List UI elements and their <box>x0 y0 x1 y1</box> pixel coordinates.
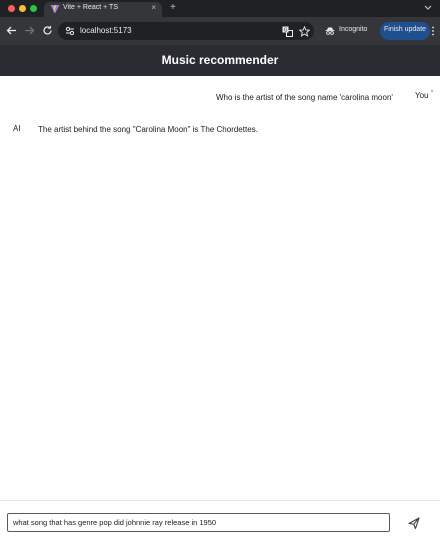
address-bar[interactable]: localhost:5173 <box>58 22 314 40</box>
incognito-label: Incognito <box>339 26 368 33</box>
message-input[interactable] <box>7 513 390 532</box>
new-tab-button[interactable]: + <box>170 2 176 14</box>
finish-update-button[interactable]: Finish update <box>380 22 430 40</box>
ai-sender-label: AI <box>13 124 21 133</box>
chat-history: Who is the artist of the song name 'caro… <box>0 76 440 500</box>
tab-search-chevron-icon[interactable] <box>424 3 432 11</box>
browser-toolbar: localhost:5173 G Incognito Finish update <box>0 17 440 45</box>
reload-icon[interactable] <box>42 25 53 36</box>
tab-title: Vite + React + TS <box>63 4 118 11</box>
finish-update-label: Finish update <box>384 26 427 33</box>
vite-logo-icon <box>50 5 60 14</box>
browser-tab-bar: Vite + React + TS × + <box>0 0 440 17</box>
send-button[interactable] <box>406 515 422 531</box>
forward-arrow-icon[interactable] <box>24 25 35 36</box>
user-message-text: Who is the artist of the song name 'caro… <box>216 93 393 102</box>
back-arrow-icon[interactable] <box>6 25 17 36</box>
more-menu-icon[interactable] <box>431 26 435 36</box>
browser-tab[interactable]: Vite + React + TS × <box>44 2 162 17</box>
message-composer <box>0 500 440 540</box>
bookmark-star-icon[interactable] <box>299 26 310 37</box>
minimize-window-button[interactable] <box>19 5 26 12</box>
user-sender-label: You <box>415 91 429 100</box>
url-text: localhost:5173 <box>80 26 132 35</box>
translate-icon[interactable]: G <box>282 26 293 37</box>
app-header: Music recommender <box>0 45 440 76</box>
incognito-icon <box>325 27 335 35</box>
ai-message-text: The artist behind the song "Carolina Moo… <box>38 125 258 134</box>
send-icon <box>408 517 420 530</box>
site-info-icon[interactable] <box>65 26 75 36</box>
close-tab-icon[interactable]: × <box>151 3 156 12</box>
page-title: Music recommender <box>161 53 279 67</box>
sender-indicator-dot <box>431 90 433 92</box>
close-window-button[interactable] <box>8 5 15 12</box>
maximize-window-button[interactable] <box>30 5 37 12</box>
incognito-indicator[interactable]: Incognito <box>321 22 374 40</box>
svg-text:G: G <box>284 28 288 34</box>
